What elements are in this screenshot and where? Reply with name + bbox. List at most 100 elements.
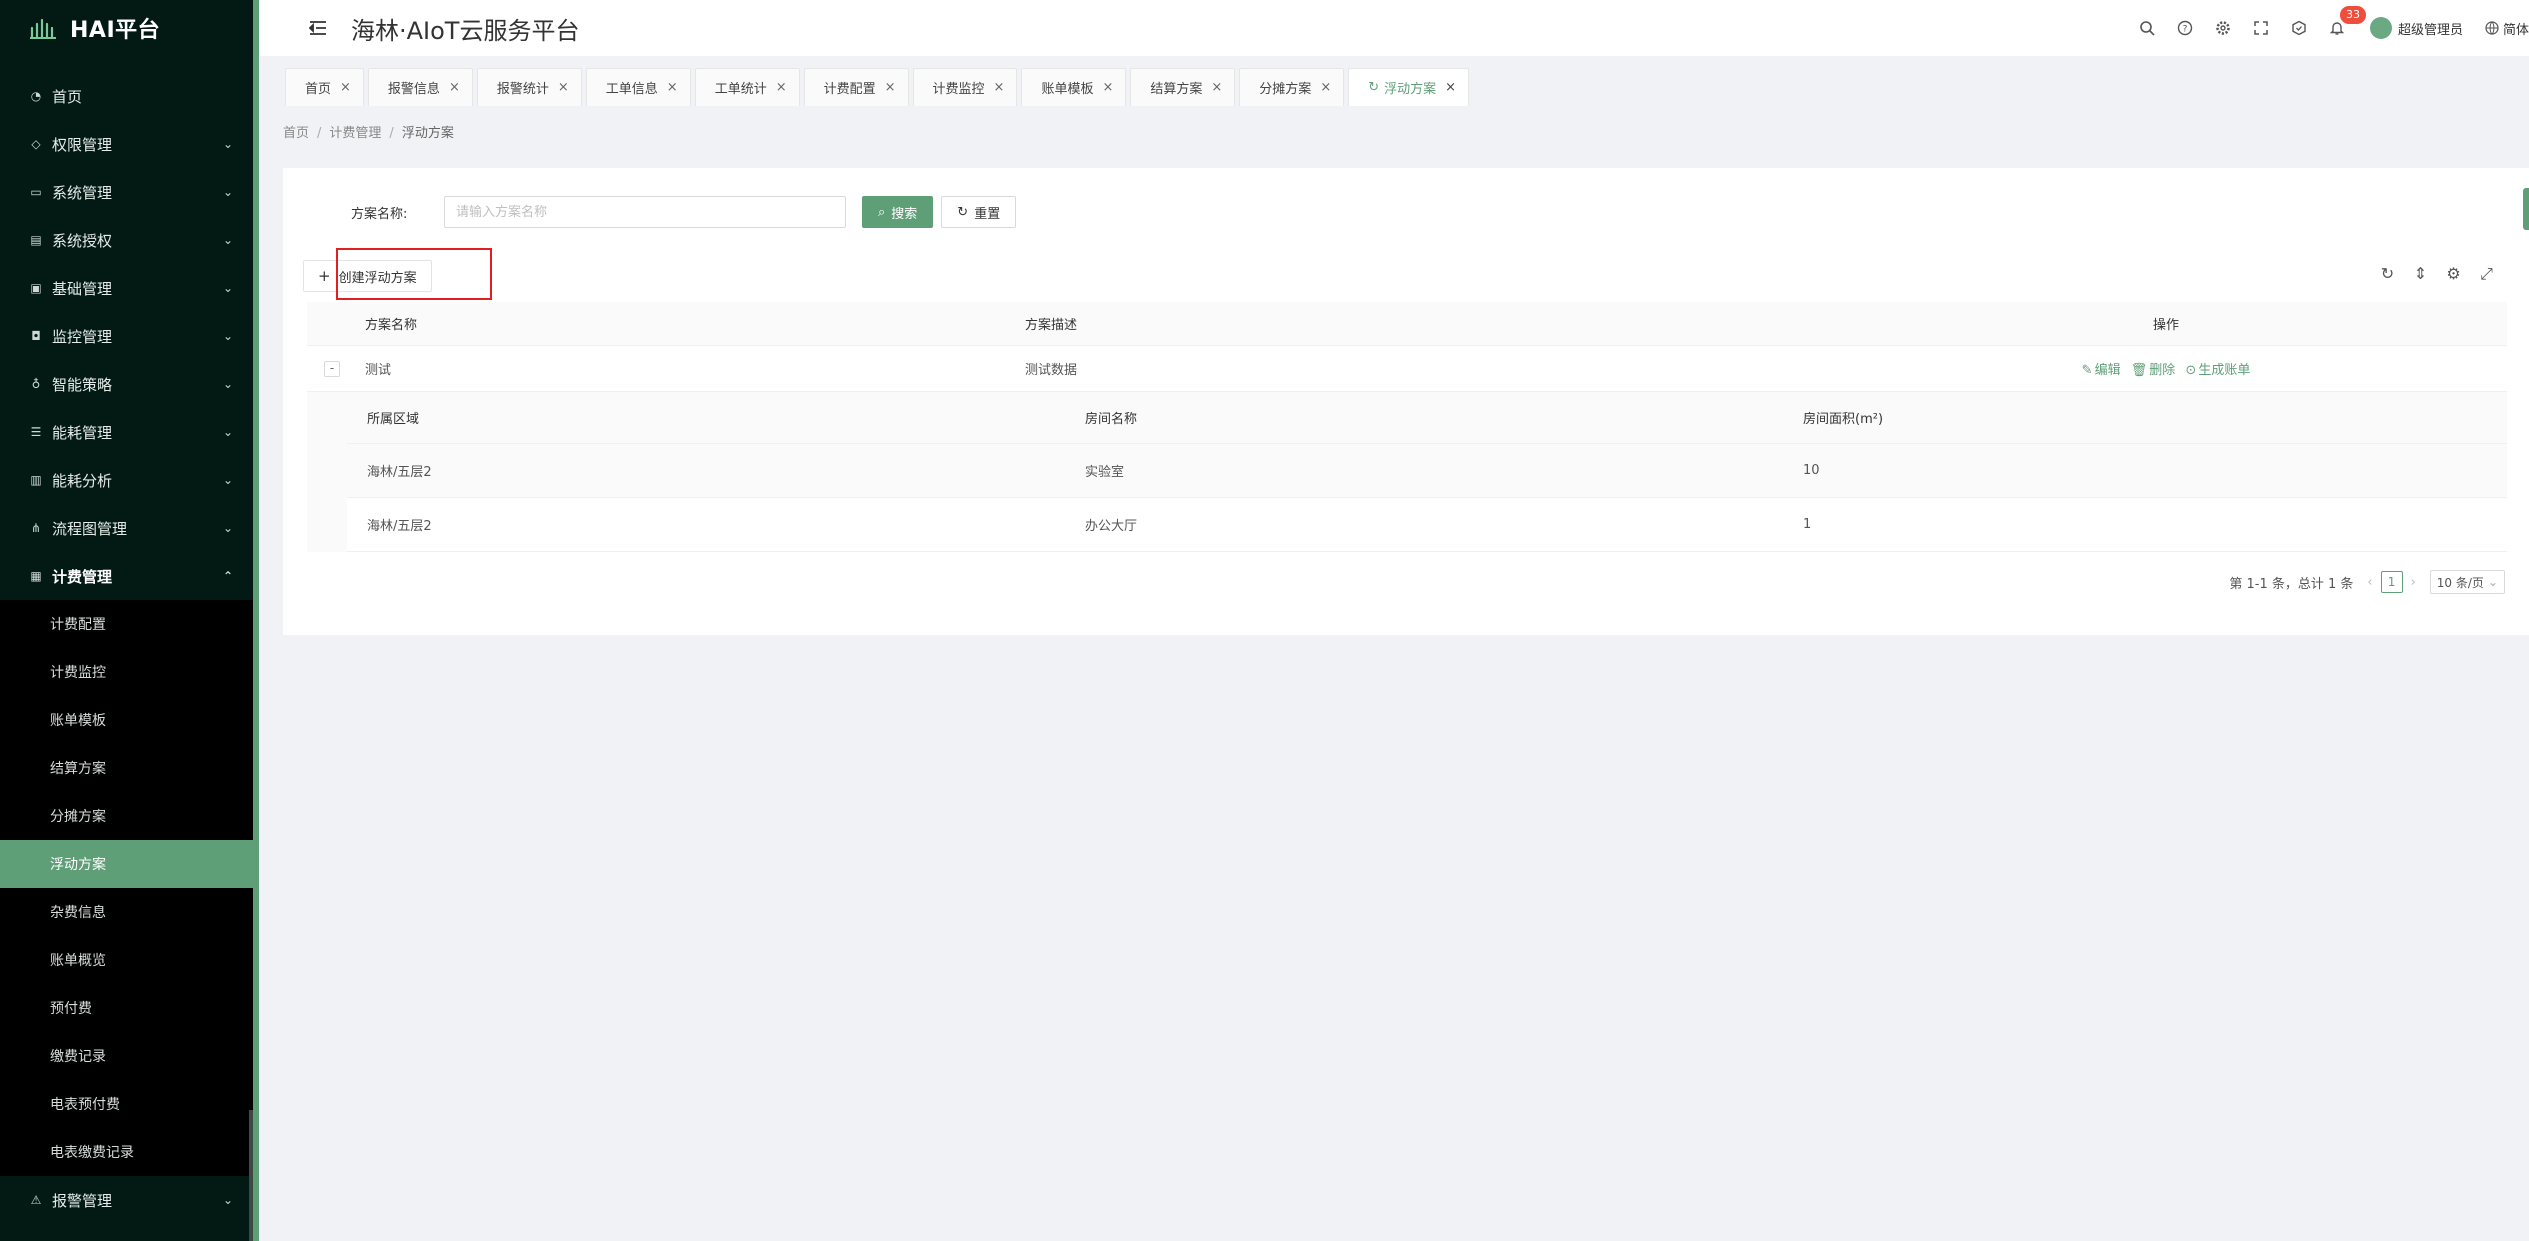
tab-workorder-info[interactable]: 工单信息 ×	[585, 68, 691, 106]
close-icon[interactable]: ×	[776, 80, 787, 95]
bell-icon[interactable]: 33	[2318, 6, 2366, 36]
sidebar-subitem-settlement[interactable]: 结算方案	[0, 744, 253, 792]
breadcrumb-billing[interactable]: 计费管理	[329, 126, 381, 141]
table-tools: ↻ ⇕ ⚙ ⤢	[2371, 264, 2503, 284]
flow-icon: ⋔	[30, 521, 42, 535]
package-icon[interactable]	[2280, 20, 2318, 36]
sidebar-item-strategy[interactable]: ♁ 智能策略 ⌄	[0, 360, 253, 408]
sidebar-item-home[interactable]: ◔ 首页	[0, 72, 253, 120]
sidebar-item-flowchart[interactable]: ⋔ 流程图管理 ⌄	[0, 504, 253, 552]
chevron-right-icon[interactable]: ›	[2411, 575, 2416, 590]
help-icon[interactable]: ?	[2166, 20, 2204, 36]
sidebar-item-billing[interactable]: ▦ 计费管理 ⌃	[0, 552, 253, 600]
user-menu[interactable]: 超级管理员	[2369, 17, 2463, 39]
sidebar-subitem-allocation[interactable]: 分摊方案	[0, 792, 253, 840]
chevron-down-icon: ⌄	[222, 233, 233, 247]
column-settings-icon[interactable]: ⚙	[2437, 264, 2470, 284]
globe-icon	[2485, 21, 2499, 35]
table-row: 海林/五层2 办公大厅 1	[347, 498, 2507, 552]
table-header: 方案名称 方案描述 操作	[307, 302, 2507, 346]
sidebar-item-authorization[interactable]: ▤ 系统授权 ⌄	[0, 216, 253, 264]
cell-room: 办公大厅	[1085, 519, 1138, 534]
generate-bill-link[interactable]: ⊙ 生成账单	[2185, 363, 2250, 378]
sidebar-subitem-billing-config[interactable]: 计费配置	[0, 600, 253, 648]
collapse-menu-icon[interactable]	[307, 18, 329, 38]
sidebar-subitem-meter-prepaid[interactable]: 电表预付费	[0, 1080, 253, 1128]
close-icon[interactable]: ×	[558, 80, 569, 95]
collapse-row-button[interactable]: -	[324, 360, 340, 377]
sidebar-subitem-floating[interactable]: 浮动方案	[0, 840, 253, 888]
sidebar-item-monitoring[interactable]: ◘ 监控管理 ⌄	[0, 312, 253, 360]
density-icon[interactable]: ⇕	[2404, 264, 2437, 284]
header-area: 所属区域	[367, 412, 420, 427]
tab-alarm-stats[interactable]: 报警统计 ×	[476, 68, 582, 106]
search-form: 方案名称: ⌕ 搜索 ↻ 重置	[351, 196, 1017, 228]
plus-icon: +	[318, 267, 331, 285]
close-icon[interactable]: ×	[1445, 80, 1456, 95]
page-size-value: 10 条/页	[2436, 575, 2484, 590]
close-icon[interactable]: ×	[1102, 80, 1113, 95]
table-row: - 测试 测试数据 ✎ 编辑 🗑 删除 ⊙ 生成账单	[307, 346, 2507, 392]
sidebar-subitem-payment-records[interactable]: 缴费记录	[0, 1032, 253, 1080]
generate-label: 生成账单	[2198, 363, 2251, 378]
sidebar-subitem-prepaid[interactable]: 预付费	[0, 984, 253, 1032]
search-input[interactable]	[444, 196, 846, 228]
sidebar-subitem-billing-monitor[interactable]: 计费监控	[0, 648, 253, 696]
sidebar-scrollbar[interactable]	[249, 1110, 253, 1241]
close-icon[interactable]: ×	[885, 80, 896, 95]
tab-settlement[interactable]: 结算方案 ×	[1130, 68, 1236, 106]
chevron-down-icon: ⌄	[222, 521, 233, 535]
chevron-down-icon: ⌄	[222, 377, 233, 391]
sidebar-item-energy[interactable]: ☰ 能耗管理 ⌄	[0, 408, 253, 456]
tab-workorder-stats[interactable]: 工单统计 ×	[694, 68, 800, 106]
tab-bill-template[interactable]: 账单模板 ×	[1021, 68, 1127, 106]
gear-icon[interactable]	[2204, 20, 2242, 36]
plan-name: 测试	[365, 363, 392, 378]
close-icon[interactable]: ×	[994, 80, 1005, 95]
cell-description: 测试数据	[1025, 363, 1078, 378]
tab-billing-monitor[interactable]: 计费监控 ×	[912, 68, 1018, 106]
page-size-select[interactable]: 10 条/页 ⌄	[2429, 570, 2505, 594]
side-drawer-handle[interactable]	[2523, 188, 2529, 230]
sidebar-subitem-bill-overview[interactable]: 账单概览	[0, 936, 253, 984]
sidebar-item-alarm[interactable]: ⚠ 报警管理 ⌄	[0, 1176, 253, 1224]
edit-link[interactable]: ✎ 编辑	[2082, 363, 2121, 378]
tab-billing-config[interactable]: 计费配置 ×	[803, 68, 909, 106]
highlight-box	[336, 248, 492, 300]
search-button[interactable]: ⌕ 搜索	[862, 196, 934, 228]
notification-badge: 33	[2339, 6, 2366, 24]
close-icon[interactable]: ×	[1211, 80, 1222, 95]
sidebar-item-permissions[interactable]: ◇ 权限管理 ⌄	[0, 120, 253, 168]
chevron-left-icon[interactable]: ‹	[2367, 575, 2372, 590]
fullscreen-icon[interactable]: ⤢	[2470, 264, 2503, 284]
sidebar-subitem-misc-fees[interactable]: 杂费信息	[0, 888, 253, 936]
sidebar-subitem-meter-payments[interactable]: 电表缴费记录	[0, 1128, 253, 1176]
sidebar-item-system[interactable]: ▭ 系统管理 ⌄	[0, 168, 253, 216]
delete-link[interactable]: 🗑 删除	[2131, 363, 2176, 378]
sidebar-subitem-bill-template[interactable]: 账单模板	[0, 696, 253, 744]
search-icon[interactable]	[2128, 20, 2166, 36]
reset-button[interactable]: ↻ 重置	[941, 196, 1017, 228]
tab-floating[interactable]: ↻ 浮动方案 ×	[1348, 68, 1470, 106]
reset-button-label: 重置	[974, 206, 1001, 222]
sidebar-item-label: 监控管理	[52, 327, 113, 346]
tab-label: 分摊方案	[1259, 82, 1312, 97]
language-switch[interactable]: 简体	[2485, 19, 2529, 38]
delete-label: 删除	[2149, 363, 2176, 378]
close-icon[interactable]: ×	[667, 80, 678, 95]
brand[interactable]: HAI平台	[0, 0, 253, 56]
tab-alarm-info[interactable]: 报警信息 ×	[367, 68, 473, 106]
sidebar-item-label: 系统授权	[52, 231, 113, 250]
fullscreen-icon[interactable]	[2242, 20, 2280, 36]
sidebar-item-basic[interactable]: ▣ 基础管理 ⌄	[0, 264, 253, 312]
reload-icon[interactable]: ↻	[2371, 264, 2404, 284]
close-icon[interactable]: ×	[449, 80, 460, 95]
tab-home[interactable]: 首页 ×	[285, 68, 364, 106]
close-icon[interactable]: ×	[1320, 80, 1331, 95]
cell-area: 海林/五层2	[367, 465, 432, 480]
close-icon[interactable]: ×	[340, 80, 351, 95]
breadcrumb-home[interactable]: 首页	[283, 126, 309, 141]
tab-allocation[interactable]: 分摊方案 ×	[1239, 68, 1345, 106]
sidebar-item-energy-analysis[interactable]: ▥ 能耗分析 ⌄	[0, 456, 253, 504]
page-number[interactable]: 1	[2380, 571, 2403, 593]
